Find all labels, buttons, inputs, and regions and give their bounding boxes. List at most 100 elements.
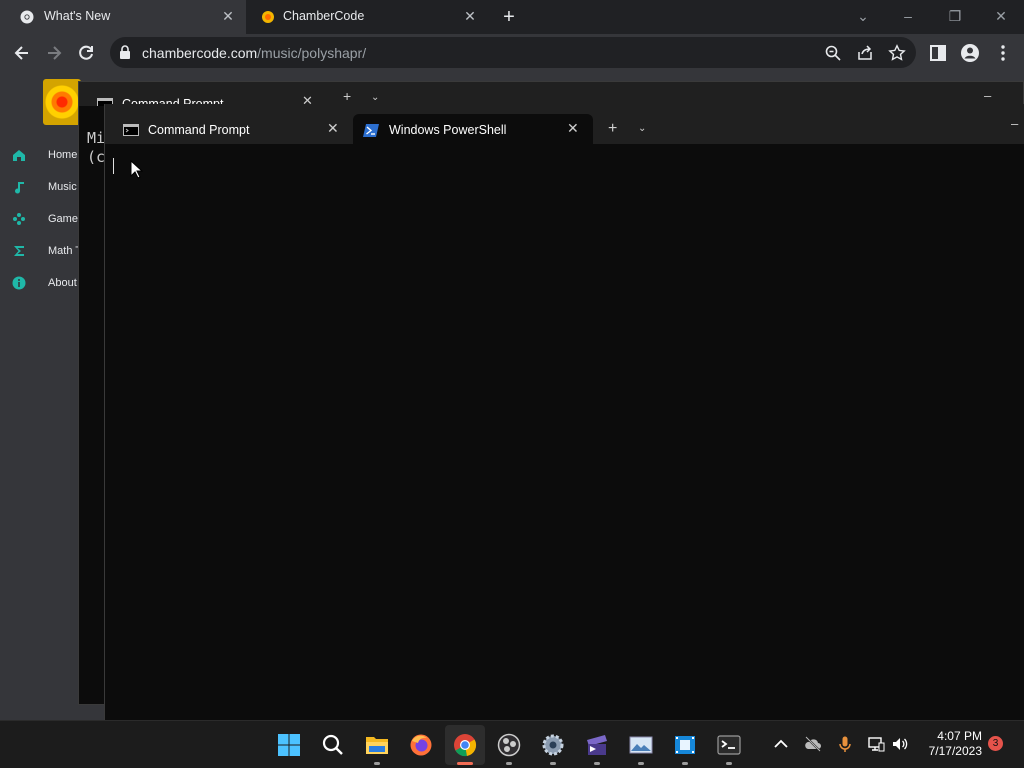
nav-item-games[interactable]: Games <box>12 210 83 230</box>
home-icon <box>13 150 25 161</box>
restore-button[interactable]: ❐ <box>945 6 965 26</box>
chrome-icon <box>454 734 477 757</box>
new-tab-plus-icon[interactable]: + <box>343 88 351 104</box>
nav-item-music[interactable]: Music <box>12 178 82 198</box>
photo-viewer-icon <box>629 736 653 754</box>
video-editor-icon <box>587 735 607 755</box>
film-app-icon <box>675 736 695 754</box>
terminal-console[interactable] <box>105 144 1024 720</box>
new-tab-plus-icon[interactable]: + <box>608 120 617 138</box>
terminal-tab-command-prompt[interactable]: Command Prompt ✕ <box>105 114 353 144</box>
zoom-icon[interactable] <box>824 44 842 62</box>
sigma-icon <box>14 246 24 256</box>
network-icon[interactable] <box>867 735 885 753</box>
bookmark-star-icon[interactable] <box>888 44 906 62</box>
browser-tab-whats-new[interactable]: What's New ✕ <box>0 0 246 34</box>
chambercode-favicon-icon <box>262 11 274 23</box>
microphone-icon[interactable] <box>836 735 854 753</box>
system-clock[interactable]: 4:07 PM 7/17/2023 <box>916 729 982 759</box>
address-bar[interactable]: chambercode.com/music/polyshapr/ <box>110 37 916 68</box>
running-indicator <box>682 762 688 765</box>
minimize-button[interactable]: – <box>984 88 991 103</box>
lock-icon[interactable] <box>119 45 131 59</box>
powershell-icon <box>363 124 379 137</box>
url-path: /music/polyshapr/ <box>257 45 367 61</box>
new-tab-button[interactable]: + <box>499 7 519 27</box>
profile-avatar-icon[interactable] <box>959 42 981 64</box>
music-note-icon <box>15 182 24 194</box>
chrome-button[interactable] <box>445 725 485 765</box>
terminal-line: (c <box>87 148 106 166</box>
text-caret <box>113 158 114 174</box>
back-arrow-icon[interactable] <box>11 42 33 64</box>
obs-button[interactable] <box>489 725 529 765</box>
notification-badge[interactable]: 3 <box>988 736 1003 751</box>
firefox-button[interactable] <box>401 725 441 765</box>
gamepad-icon <box>13 213 25 225</box>
terminal-tab-label: Windows PowerShell <box>389 123 507 137</box>
forward-arrow-icon[interactable] <box>43 42 65 64</box>
mouse-pointer-icon <box>130 160 144 179</box>
powershell-window[interactable]: Command Prompt ✕ Windows PowerShell ✕ + … <box>104 104 1024 720</box>
clock-time: 4:07 PM <box>937 729 982 743</box>
search-button[interactable] <box>313 725 353 765</box>
nav-label: Math T <box>48 245 83 257</box>
close-tab-icon[interactable]: ✕ <box>220 8 236 24</box>
onedrive-offline-icon[interactable] <box>804 735 822 753</box>
nav-item-home[interactable]: Home <box>12 146 82 166</box>
terminal-output: Mi (c <box>87 129 105 167</box>
start-icon <box>278 734 300 756</box>
terminal-titlebar: Command Prompt ✕ + ⌄ – <box>79 82 1023 106</box>
windows-taskbar: 4:07 PM 7/17/2023 <box>0 720 1024 768</box>
browser-tab-title: What's New <box>44 9 111 23</box>
chevron-down-icon[interactable]: ⌄ <box>371 92 379 103</box>
clock-date: 7/17/2023 <box>928 744 982 758</box>
share-icon[interactable] <box>856 44 874 62</box>
side-panel-icon[interactable] <box>927 42 949 64</box>
minimize-button[interactable]: – <box>1011 116 1018 131</box>
nav-label: Music <box>48 181 77 193</box>
terminal-button[interactable] <box>709 725 749 765</box>
running-indicator <box>550 762 556 765</box>
running-indicator <box>374 762 380 765</box>
volume-icon[interactable] <box>891 735 909 753</box>
chevron-down-icon[interactable]: ⌄ <box>638 123 646 134</box>
minimize-button[interactable]: – <box>898 6 918 26</box>
terminal-tab-powershell[interactable]: Windows PowerShell ✕ <box>353 114 593 144</box>
running-indicator <box>506 762 512 765</box>
chevron-up-icon[interactable] <box>772 735 790 753</box>
obs-icon <box>497 733 521 757</box>
nav-item-about[interactable]: About <box>12 274 82 294</box>
terminal-line: Mi <box>87 129 106 147</box>
chambercode-logo-icon[interactable] <box>43 79 81 125</box>
reload-icon[interactable] <box>75 42 97 64</box>
terminal-icon <box>717 735 741 755</box>
start-button[interactable] <box>269 725 309 765</box>
browser-toolbar: chambercode.com/music/polyshapr/ <box>0 34 1024 71</box>
url-text[interactable]: chambercode.com/music/polyshapr/ <box>142 45 366 61</box>
firefox-icon <box>410 734 432 756</box>
nav-item-math[interactable]: Math T <box>12 242 82 262</box>
close-tab-icon[interactable]: ✕ <box>327 120 339 137</box>
video-editor-button[interactable] <box>577 725 617 765</box>
url-host: chambercode.com <box>142 45 258 61</box>
search-icon <box>322 734 343 755</box>
running-indicator <box>594 762 600 765</box>
running-indicator <box>638 762 644 765</box>
photo-viewer-button[interactable] <box>621 725 661 765</box>
film-app-button[interactable] <box>665 725 705 765</box>
terminal-tab-label: Command Prompt <box>148 123 250 137</box>
close-tab-icon[interactable]: ✕ <box>462 8 478 24</box>
info-icon <box>12 276 26 290</box>
kebab-menu-icon[interactable] <box>992 42 1014 64</box>
settings-button[interactable] <box>533 725 573 765</box>
browser-tab-chambercode[interactable]: ChamberCode ✕ <box>248 0 488 34</box>
chrome-logo-icon <box>20 10 34 24</box>
browser-tab-title: ChamberCode <box>283 9 365 23</box>
tab-search-icon[interactable]: ⌄ <box>853 6 873 26</box>
close-window-button[interactable]: ✕ <box>991 6 1011 26</box>
terminal-titlebar: Command Prompt ✕ Windows PowerShell ✕ + … <box>105 104 1024 144</box>
settings-gear-icon <box>542 734 564 756</box>
file-explorer-button[interactable] <box>357 725 397 765</box>
close-tab-icon[interactable]: ✕ <box>567 120 579 137</box>
